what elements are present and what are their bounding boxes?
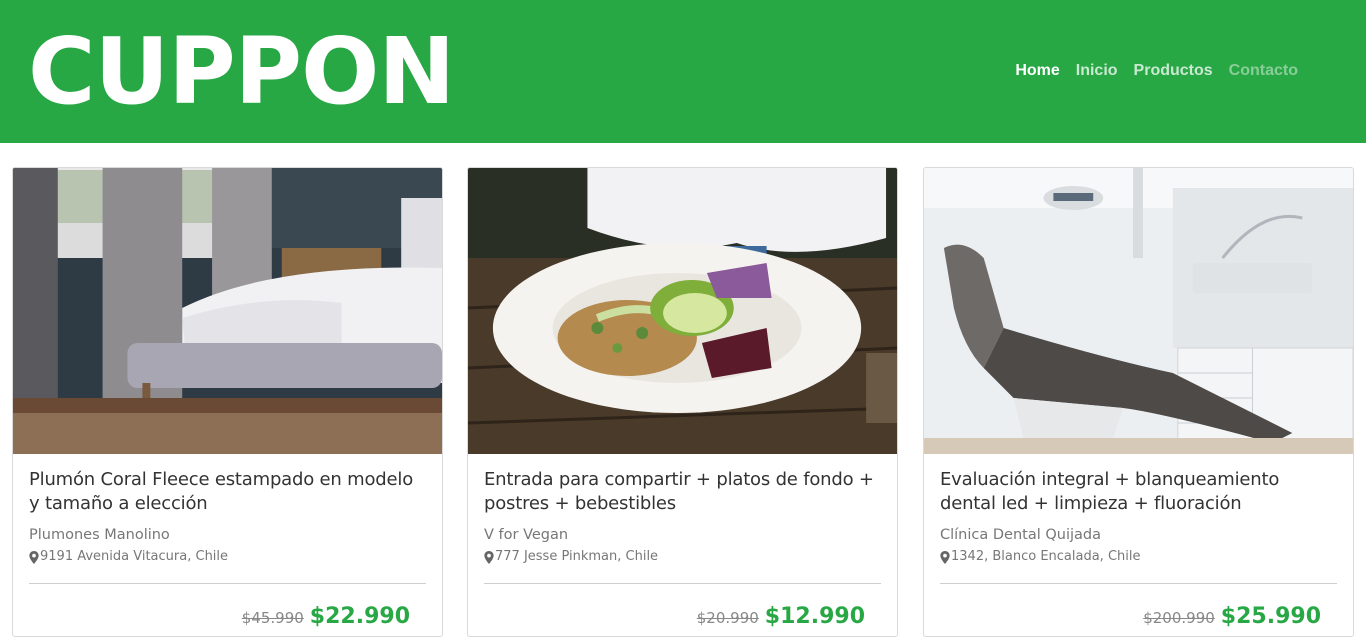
site-logo[interactable]: CUPPON bbox=[28, 22, 455, 122]
old-price: $45.990 bbox=[241, 609, 304, 627]
main-nav: Home Inicio Productos Contacto bbox=[1015, 60, 1298, 82]
old-price: $20.990 bbox=[696, 609, 759, 627]
map-marker-icon bbox=[484, 550, 494, 564]
card-location-text: 1342, Blanco Encalada, Chile bbox=[951, 549, 1141, 564]
product-card[interactable]: Entrada para compartir + platos de fondo… bbox=[467, 167, 898, 637]
bedroom-photo[interactable] bbox=[13, 168, 442, 454]
card-vendor: Plumones Manolino bbox=[29, 527, 170, 543]
card-location: 777 Jesse Pinkman, Chile bbox=[484, 548, 881, 566]
product-card[interactable]: Plumón Coral Fleece estampado en modelo … bbox=[12, 167, 443, 637]
site-header: CUPPON Home Inicio Productos Contacto bbox=[0, 0, 1366, 143]
vegan-dish-photo[interactable] bbox=[468, 168, 897, 454]
card-title[interactable]: Entrada para compartir + platos de fondo… bbox=[484, 468, 881, 516]
nav-productos[interactable]: Productos bbox=[1134, 60, 1213, 82]
nav-home[interactable]: Home bbox=[1015, 60, 1059, 82]
nav-inicio[interactable]: Inicio bbox=[1076, 60, 1118, 82]
card-vendor: V for Vegan bbox=[484, 527, 569, 543]
map-marker-icon bbox=[29, 550, 39, 564]
map-marker-icon bbox=[940, 550, 950, 564]
card-location: 1342, Blanco Encalada, Chile bbox=[940, 548, 1337, 566]
nav-contacto[interactable]: Contacto bbox=[1229, 60, 1298, 82]
card-divider bbox=[940, 583, 1337, 584]
card-title[interactable]: Evaluación integral + blanqueamiento den… bbox=[940, 468, 1337, 516]
card-title[interactable]: Plumón Coral Fleece estampado en modelo … bbox=[29, 468, 426, 516]
card-location-text: 777 Jesse Pinkman, Chile bbox=[495, 549, 659, 564]
product-card[interactable]: Evaluación integral + blanqueamiento den… bbox=[923, 167, 1354, 637]
card-vendor: Clínica Dental Quijada bbox=[940, 527, 1101, 543]
card-location: 9191 Avenida Vitacura, Chile bbox=[29, 548, 426, 566]
old-price: $200.990 bbox=[1143, 609, 1215, 627]
card-divider bbox=[29, 583, 426, 584]
dental-chair-photo[interactable] bbox=[924, 168, 1353, 454]
card-location-text: 9191 Avenida Vitacura, Chile bbox=[40, 549, 229, 564]
card-divider bbox=[484, 583, 881, 584]
